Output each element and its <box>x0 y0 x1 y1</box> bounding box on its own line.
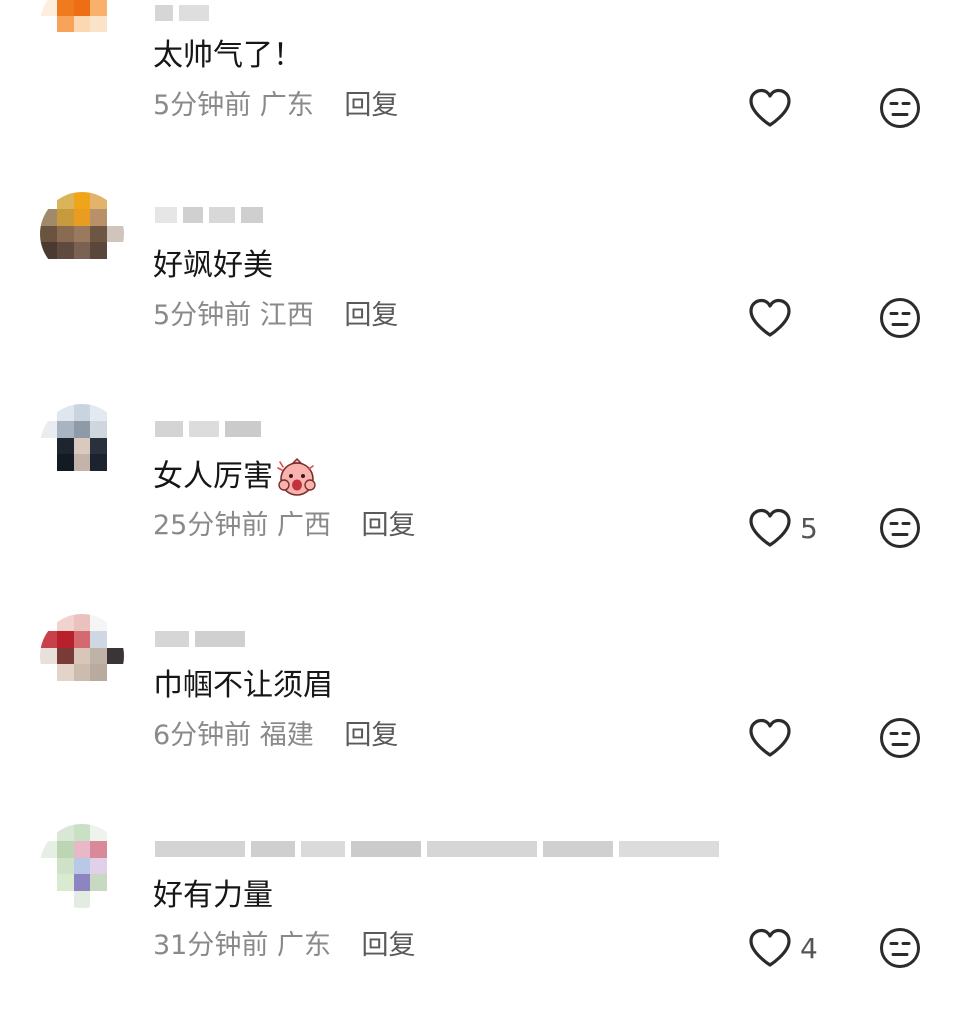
comment-text: 好有力量 <box>153 878 273 913</box>
like-button[interactable] <box>748 86 800 130</box>
avatar[interactable] <box>40 192 124 276</box>
comment-time: 6分钟前 <box>153 720 252 751</box>
comment-region: 广东 <box>276 930 331 961</box>
reply-button[interactable]: 回复 <box>362 510 416 541</box>
avatar[interactable] <box>40 404 124 488</box>
comment-item: 好有力量 31分钟前 广东 回复 4 <box>0 822 960 1032</box>
comment-item: 巾帼不让须眉 6分钟前 福建 回复 <box>0 612 960 822</box>
username-blurred[interactable] <box>155 838 719 860</box>
username-blurred[interactable] <box>155 628 245 650</box>
heart-outline-icon <box>749 928 791 967</box>
comment-meta: 25分钟前 广西 回复 <box>153 508 416 544</box>
avatar[interactable] <box>40 0 124 66</box>
username-blurred[interactable] <box>155 204 263 226</box>
avatar[interactable] <box>40 824 124 908</box>
username-blurred[interactable] <box>155 418 261 440</box>
heart-outline-icon <box>749 508 791 547</box>
comment-meta: 5分钟前 广东 回复 <box>153 88 398 124</box>
meh-face-icon[interactable] <box>878 926 922 970</box>
reply-button[interactable]: 回复 <box>344 90 398 121</box>
reply-button[interactable]: 回复 <box>344 720 398 751</box>
avatar[interactable] <box>40 614 124 698</box>
meh-face-icon[interactable] <box>878 296 922 340</box>
comment-region: 广东 <box>259 90 314 121</box>
comment-meta: 5分钟前 江西 回复 <box>153 298 398 334</box>
comment-text: 女人厉害 <box>153 456 317 498</box>
username-blurred[interactable] <box>155 2 209 24</box>
comment-text: 好飒好美 <box>153 248 273 283</box>
comment-time: 5分钟前 <box>153 90 252 121</box>
comment-item: 太帅气了！ 5分钟前 广东 回复 <box>0 0 960 192</box>
comment-item: 好飒好美 5分钟前 江西 回复 <box>0 192 960 402</box>
comment-item: 女人厉害 25分钟前 广西 回复 5 <box>0 402 960 612</box>
meh-face-icon[interactable] <box>878 506 922 550</box>
heart-outline-icon <box>749 718 791 757</box>
reply-button[interactable]: 回复 <box>344 300 398 331</box>
reply-button[interactable]: 回复 <box>362 930 416 961</box>
comment-meta: 6分钟前 福建 回复 <box>153 718 398 754</box>
like-count: 5 <box>800 511 818 545</box>
comment-meta: 31分钟前 广东 回复 <box>153 928 416 964</box>
like-button[interactable] <box>748 716 800 760</box>
like-button[interactable]: 5 <box>748 506 818 550</box>
comment-text-content: 女人厉害 <box>153 459 273 494</box>
meh-face-icon[interactable] <box>878 86 922 130</box>
comment-text: 太帅气了！ <box>153 38 303 73</box>
comment-region: 江西 <box>259 300 314 331</box>
meh-face-icon[interactable] <box>878 716 922 760</box>
comment-time: 5分钟前 <box>153 300 252 331</box>
like-button[interactable]: 4 <box>748 926 818 970</box>
comment-text: 巾帼不让须眉 <box>153 668 333 703</box>
like-count: 4 <box>800 931 818 965</box>
comment-region: 福建 <box>259 720 314 751</box>
heart-outline-icon <box>749 298 791 337</box>
comment-time: 25分钟前 <box>153 510 269 541</box>
like-button[interactable] <box>748 296 800 340</box>
surprised-pig-emoji <box>277 458 316 496</box>
comment-region: 广西 <box>276 510 331 541</box>
comment-time: 31分钟前 <box>153 930 269 961</box>
heart-outline-icon <box>749 88 791 127</box>
